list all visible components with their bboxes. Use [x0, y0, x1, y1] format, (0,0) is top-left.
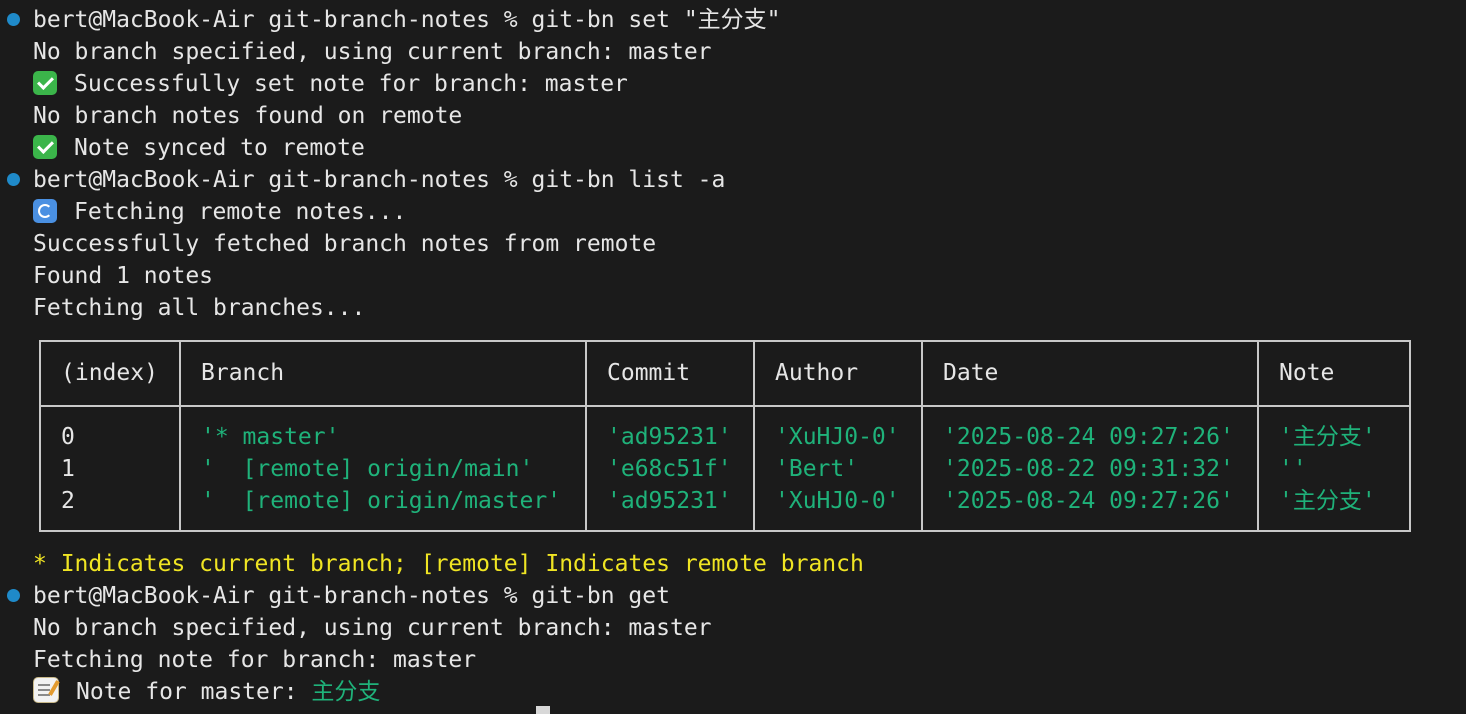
output-line: Fetching note for branch: master	[33, 647, 477, 673]
output-line: Successfully fetched branch notes from r…	[33, 231, 657, 257]
table-cell-branch: '* master'	[201, 424, 340, 450]
table-header-date: Date	[943, 360, 999, 386]
prompt-indicator	[7, 589, 20, 602]
prompt-indicator	[7, 173, 20, 186]
prompt-indicator	[7, 13, 20, 26]
table-cell-index: 1	[61, 456, 75, 482]
output-line: No branch specified, using current branc…	[33, 39, 712, 65]
output-line: Note for master: 主分支	[33, 676, 380, 708]
output-line: No branch notes found on remote	[33, 103, 463, 129]
table-cell-date: '2025-08-24 09:27:26'	[943, 488, 1234, 514]
output-text: Note for master:	[76, 679, 312, 705]
output-text: Note synced to remote	[74, 135, 365, 161]
table-cell-date: '2025-08-24 09:27:26'	[943, 424, 1234, 450]
output-text: Fetching remote notes...	[74, 199, 407, 225]
table-cell-index: 2	[61, 488, 75, 514]
column-divider	[585, 342, 587, 530]
table-cell-author: 'XuHJ0-0'	[775, 424, 900, 450]
output-text: Successfully set note for branch: master	[74, 71, 628, 97]
prompt-line: bert@MacBook-Air git-branch-notes % git-…	[33, 7, 781, 33]
table-cell-commit: 'ad95231'	[607, 424, 732, 450]
column-divider	[921, 342, 923, 530]
table-header-commit: Commit	[607, 360, 691, 386]
legend-line: * Indicates current branch; [remote] Ind…	[33, 551, 864, 577]
refresh-icon	[33, 199, 57, 223]
output-line: Note synced to remote	[33, 132, 365, 164]
note-value: 主分支	[311, 679, 381, 705]
prompt-line: bert@MacBook-Air git-branch-notes % git-…	[33, 583, 670, 609]
output-line: Fetching remote notes...	[33, 196, 406, 228]
table-cell-note: '主分支'	[1279, 424, 1376, 450]
output-line: No branch specified, using current branc…	[33, 615, 712, 641]
column-divider	[179, 342, 181, 530]
output-line: Successfully set note for branch: master	[33, 68, 628, 100]
output-line: Fetching all branches...	[33, 295, 366, 321]
table-cell-note: ''	[1279, 456, 1307, 482]
column-divider	[753, 342, 755, 530]
text-cursor[interactable]	[536, 706, 550, 714]
table-cell-branch: ' [remote] origin/master'	[201, 488, 562, 514]
table-cell-index: 0	[61, 424, 75, 450]
table-cell-author: 'Bert'	[775, 456, 859, 482]
column-divider	[1257, 342, 1259, 530]
check-icon	[33, 71, 57, 95]
table-cell-note: '主分支'	[1279, 488, 1376, 514]
table-cell-commit: 'e68c51f'	[607, 456, 732, 482]
check-icon	[33, 135, 57, 159]
table-header-divider	[41, 405, 1409, 407]
table-header-note: Note	[1279, 360, 1335, 386]
prompt-line: bert@MacBook-Air git-branch-notes % git-…	[33, 167, 726, 193]
output-line: Found 1 notes	[33, 263, 214, 289]
table-cell-branch: ' [remote] origin/main'	[201, 456, 534, 482]
table-header-author: Author	[775, 360, 859, 386]
table-header-branch: Branch	[201, 360, 285, 386]
memo-icon	[33, 677, 59, 703]
table-cell-author: 'XuHJ0-0'	[775, 488, 900, 514]
table-cell-commit: 'ad95231'	[607, 488, 732, 514]
table-cell-date: '2025-08-22 09:31:32'	[943, 456, 1234, 482]
table-header-index: (index)	[61, 360, 158, 386]
branch-notes-table: (index) Branch Commit Author Date Note 0…	[39, 340, 1411, 532]
